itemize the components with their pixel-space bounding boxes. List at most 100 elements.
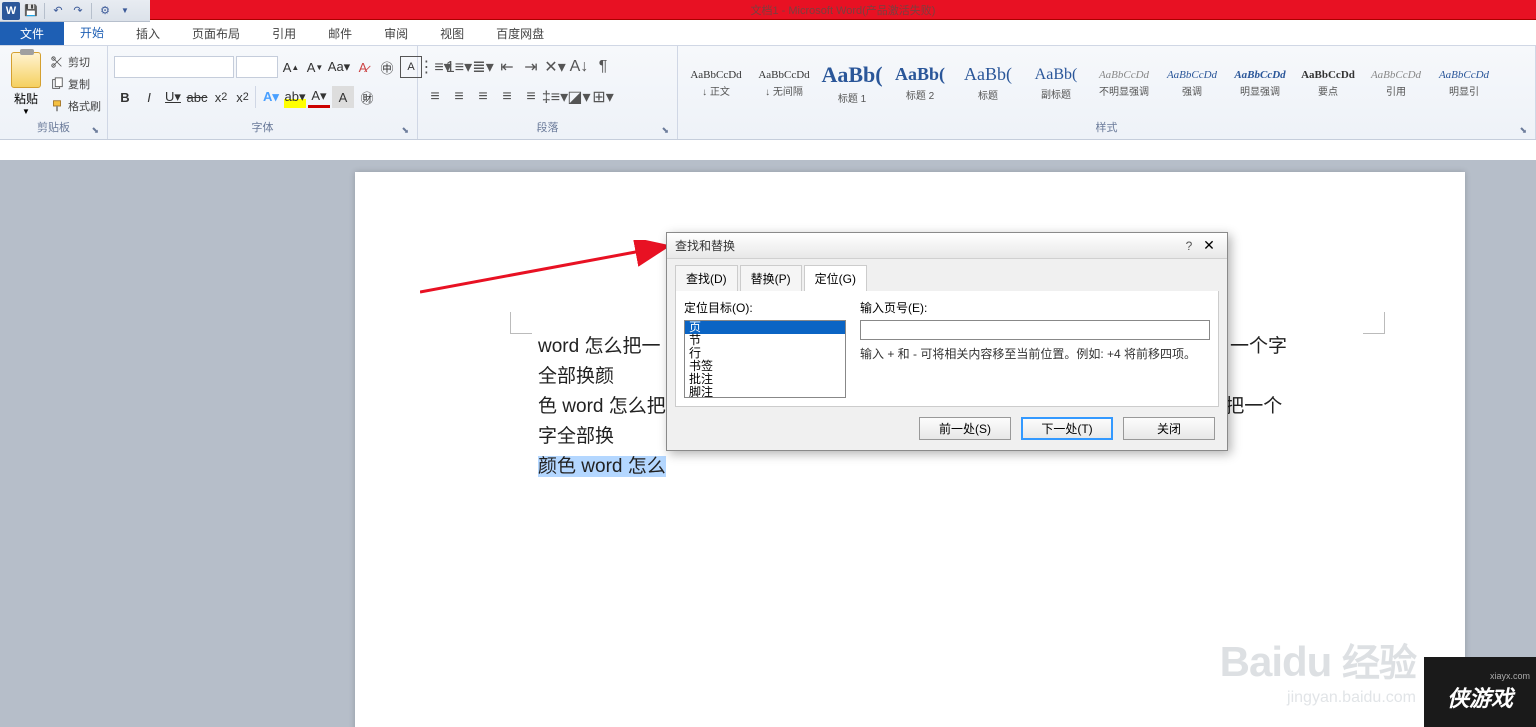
prev-button[interactable]: 前一处(S) [919, 417, 1011, 440]
style-item[interactable]: AaBb(标题 [956, 52, 1020, 114]
copy-button[interactable]: 复制 [50, 74, 101, 94]
style-item[interactable]: AaBb(副标题 [1024, 52, 1088, 114]
style-item[interactable]: AaBbCcDd引用 [1364, 52, 1428, 114]
shrink-font-button[interactable]: A▼ [304, 56, 326, 78]
bold-button[interactable]: B [114, 86, 136, 108]
next-button[interactable]: 下一处(T) [1021, 417, 1113, 440]
bullets-button[interactable]: ⋮≡▾ [424, 56, 446, 78]
tab-goto[interactable]: 定位(G) [804, 265, 867, 291]
goto-target-list[interactable]: 页节行书签批注脚注 [684, 320, 846, 398]
font-color-button[interactable]: A▾ [308, 86, 330, 108]
show-marks-button[interactable]: ¶ [592, 56, 614, 78]
margin-corner-right [1363, 312, 1385, 334]
goto-list-item[interactable]: 脚注 [685, 386, 845, 398]
style-item[interactable]: AaBbCcDd要点 [1296, 52, 1360, 114]
watermark-baidu-url: jingyan.baidu.com [1287, 689, 1416, 707]
font-size-select[interactable] [236, 56, 278, 78]
font-family-select[interactable] [114, 56, 234, 78]
tab-view[interactable]: 视图 [424, 22, 480, 45]
goto-list-item[interactable]: 节 [685, 334, 845, 347]
style-item[interactable]: AaBbCcDd明显强调 [1228, 52, 1292, 114]
format-painter-button[interactable]: 格式刷 [50, 96, 101, 116]
dialog-help-button[interactable]: ? [1179, 239, 1199, 253]
undo-icon[interactable]: ↶ [49, 2, 67, 20]
styles-gallery[interactable]: AaBbCcDd↓ 正文AaBbCcDd↓ 无间隔AaBb(标题 1AaBb(标… [684, 48, 1496, 114]
dialog-close-button[interactable]: ✕ [1199, 237, 1219, 254]
dialog-titlebar[interactable]: 查找和替换 ? ✕ [667, 233, 1227, 259]
italic-button[interactable]: I [138, 86, 160, 108]
styles-dialog-launcher[interactable]: ⬊ [1519, 125, 1527, 136]
tab-review[interactable]: 审阅 [368, 22, 424, 45]
tab-replace[interactable]: 替换(P) [740, 265, 802, 291]
enclose-char-button[interactable]: ㊖ [356, 86, 378, 108]
cut-button[interactable]: 剪切 [50, 52, 101, 72]
superscript-button[interactable]: x2 [234, 86, 256, 108]
align-justify-button[interactable]: ≡ [496, 86, 518, 108]
tab-mailings[interactable]: 邮件 [312, 22, 368, 45]
numbering-button[interactable]: 1≡▾ [448, 56, 470, 78]
align-distrib-button[interactable]: ≡ [520, 86, 542, 108]
titlebar: 文档1 - Microsoft Word(产品激活失败) [150, 0, 1536, 20]
page-number-input[interactable] [860, 320, 1210, 340]
change-case-button[interactable]: Aa▾ [328, 56, 350, 78]
paste-icon [11, 52, 41, 88]
paragraph-dialog-launcher[interactable]: ⬊ [661, 125, 669, 136]
multilevel-button[interactable]: ≣▾ [472, 56, 494, 78]
dialog-tabs: 查找(D) 替换(P) 定位(G) [667, 259, 1227, 291]
ribbon-tabs: 文件 开始 插入 页面布局 引用 邮件 审阅 视图 百度网盘 [0, 22, 1536, 46]
shading-button[interactable]: ◪▾ [568, 86, 590, 108]
align-right-button[interactable]: ≡ [472, 86, 494, 108]
group-paragraph: ⋮≡▾ 1≡▾ ≣▾ ⇤ ⇥ ✕▾ A↓ ¶ ≡ ≡ ≡ ≡ ≡ ‡≡▾ ◪▾ … [418, 46, 678, 139]
tab-baidu[interactable]: 百度网盘 [480, 22, 560, 45]
underline-button[interactable]: U▾ [162, 86, 184, 108]
text-effects-button[interactable]: A▾ [260, 86, 282, 108]
style-item[interactable]: AaBb(标题 1 [820, 52, 884, 114]
tab-home[interactable]: 开始 [64, 22, 120, 45]
indent-inc-button[interactable]: ⇥ [520, 56, 542, 78]
align-center-button[interactable]: ≡ [448, 86, 470, 108]
align-left-button[interactable]: ≡ [424, 86, 446, 108]
style-item[interactable]: AaBbCcDd不明显强调 [1092, 52, 1156, 114]
tab-layout[interactable]: 页面布局 [176, 22, 256, 45]
style-item[interactable]: AaBbCcDd明显引 [1432, 52, 1496, 114]
grow-font-button[interactable]: A▲ [280, 56, 302, 78]
tab-file[interactable]: 文件 [0, 22, 64, 45]
style-item[interactable]: AaBb(标题 2 [888, 52, 952, 114]
tab-find[interactable]: 查找(D) [675, 265, 738, 291]
line-spacing-button[interactable]: ‡≡▾ [544, 86, 566, 108]
strike-button[interactable]: abc [186, 86, 208, 108]
margin-corner-left [510, 312, 532, 334]
goto-list-item[interactable]: 页 [685, 321, 845, 334]
redo-icon[interactable]: ↷ [69, 2, 87, 20]
group-styles: AaBbCcDd↓ 正文AaBbCcDd↓ 无间隔AaBb(标题 1AaBb(标… [678, 46, 1536, 139]
subscript-button[interactable]: x2 [210, 86, 232, 108]
asian-layout-button[interactable]: ✕▾ [544, 56, 566, 78]
word-icon: W [2, 2, 20, 20]
highlight-button[interactable]: ab▾ [284, 86, 306, 108]
qat-settings-icon[interactable]: ⚙ [96, 2, 114, 20]
qat-dropdown-icon[interactable]: ▼ [116, 2, 134, 20]
indent-dec-button[interactable]: ⇤ [496, 56, 518, 78]
sort-button[interactable]: A↓ [568, 56, 590, 78]
close-button[interactable]: 关闭 [1123, 417, 1215, 440]
tab-references[interactable]: 引用 [256, 22, 312, 45]
group-font: A▲ A▼ Aa▾ A̷ ㊥ A B I U▾ abc x2 x2 A▾ ab▾… [108, 46, 418, 139]
titlebar-text: 文档1 - Microsoft Word(产品激活失败) [751, 2, 936, 18]
goto-target-label: 定位目标(O): [684, 299, 846, 316]
save-icon[interactable]: 💾 [22, 2, 40, 20]
style-item[interactable]: AaBbCcDd↓ 正文 [684, 52, 748, 114]
style-item[interactable]: AaBbCcDd强调 [1160, 52, 1224, 114]
style-item[interactable]: AaBbCcDd↓ 无间隔 [752, 52, 816, 114]
tab-insert[interactable]: 插入 [120, 22, 176, 45]
goto-hint-text: 输入 + 和 - 可将相关内容移至当前位置。例如: +4 将前移四项。 [860, 346, 1210, 362]
borders-button[interactable]: ⊞▾ [592, 86, 614, 108]
font-dialog-launcher[interactable]: ⬊ [401, 125, 409, 136]
paste-button[interactable]: 粘贴 ▼ [6, 48, 46, 116]
clipboard-dialog-launcher[interactable]: ⬊ [91, 125, 99, 136]
highlighted-text: 颜色 word 怎么 [538, 456, 666, 477]
phonetic-guide-button[interactable]: ㊥ [376, 56, 398, 78]
clear-format-button[interactable]: A̷ [352, 56, 374, 78]
find-replace-dialog: 查找和替换 ? ✕ 查找(D) 替换(P) 定位(G) 定位目标(O): 页节行… [666, 232, 1228, 451]
ribbon-body: 粘贴 ▼ 剪切 复制 格式刷 剪贴板⬊ [0, 46, 1536, 140]
char-shading-button[interactable]: A [332, 86, 354, 108]
